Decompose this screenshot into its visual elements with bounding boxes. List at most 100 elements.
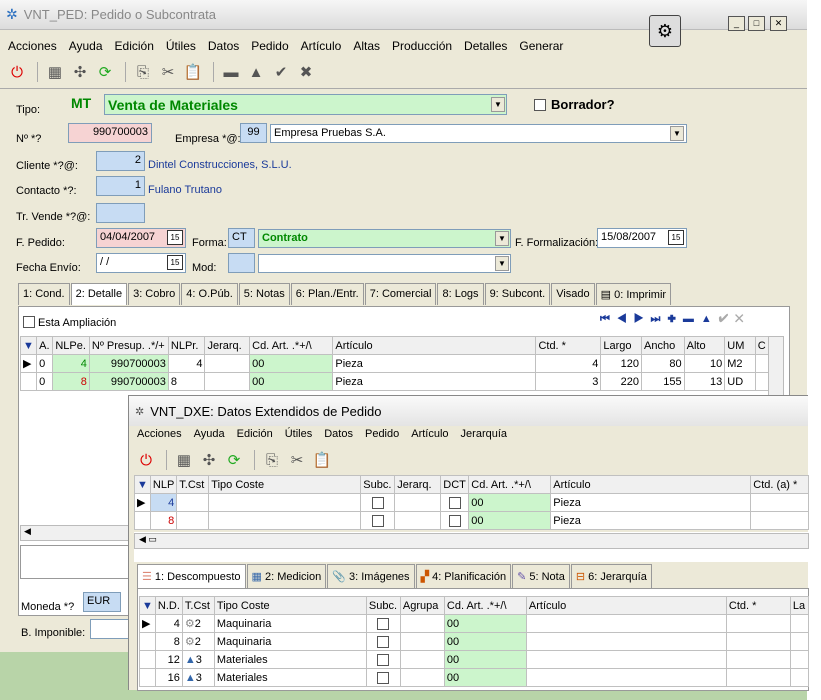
cell-subc[interactable] [360,511,396,530]
tab-jerarquia[interactable]: ⊟ 6: Jerarquía [570,564,652,588]
col-nlpe[interactable]: NLPe. [52,336,90,355]
cell-alto[interactable]: 10 [683,354,726,373]
subc-checkbox[interactable] [377,635,390,648]
tab-cond[interactable]: 1: Cond. [18,283,70,305]
mod-code[interactable] [228,253,255,273]
cell-articulo[interactable] [525,668,727,687]
cell-a[interactable]: 0 [36,372,54,391]
menu-edicion[interactable]: Edición [115,39,154,53]
tab-detalle[interactable]: 2: Detalle [70,283,128,305]
last-icon[interactable]: ⏭ [651,313,668,325]
menu-jerarquia[interactable]: Jerarquía [461,428,507,440]
up-triangle-icon[interactable]: ▲ [245,61,267,83]
mod-dropdown-icon[interactable]: ▼ [495,256,509,271]
col-subc[interactable]: Subc. [365,596,401,615]
row-selector-icon[interactable] [139,650,156,669]
vertical-scrollbar[interactable] [768,336,784,396]
cell-tipocoste[interactable]: Materiales [213,668,367,687]
cell-cdart[interactable]: 00 [468,511,552,530]
col-tcst[interactable]: T.Cst [181,596,215,615]
col-articulo[interactable]: Artículo [332,336,537,355]
col-jerarq[interactable]: Jerarq. [204,336,251,355]
cell-agrupa[interactable] [399,650,445,669]
col-nd[interactable]: N.D. [154,596,183,615]
cell-nd[interactable]: 4 [154,614,183,633]
tipo-dropdown-icon[interactable]: ▼ [491,97,505,112]
table-row[interactable]: 16 ▲3 Materiales 00 [139,668,810,687]
tab-planificacion[interactable]: ▞ 4: Planificación [415,564,512,588]
col-dct[interactable]: DCT [440,475,470,494]
cell-ctd[interactable]: 4 [535,354,602,373]
prev-icon[interactable]: ◀ [617,313,634,325]
menu-pedido[interactable]: Pedido [251,39,288,53]
col-ctd[interactable]: Ctd. * [535,336,602,355]
up-icon[interactable]: ▲ [701,313,719,325]
cell-cdart[interactable]: 00 [443,650,527,669]
cell-articulo[interactable]: Pieza [332,354,537,373]
empresa-select[interactable]: Empresa Pruebas S.A. [270,124,687,143]
tab-imprimir[interactable]: ▤ 0: Imprimir [595,283,672,305]
tab-plan[interactable]: 6: Plan./Entr. [290,283,364,305]
col-cdart[interactable]: Cd. Art. .*+/\ [249,336,334,355]
menu-datos[interactable]: Datos [208,39,239,53]
power-icon[interactable]: ⏻ [135,449,157,471]
cell-nlpe[interactable]: 8 [52,372,90,391]
paste-icon[interactable]: 📋 [311,449,333,471]
notes-box[interactable] [20,545,130,579]
tab-medicion[interactable]: ▦ 2: Medicion [246,564,327,588]
menu-ayuda[interactable]: Ayuda [194,428,225,440]
cancel-icon[interactable]: ✕ [735,313,750,325]
col-ctd[interactable]: Ctd. (a) * [750,475,809,494]
cell-ctd[interactable] [750,493,809,512]
cell-jerarq[interactable] [204,354,251,373]
cell-ancho[interactable]: 80 [641,354,685,373]
cell-tipocoste[interactable]: Maquinaria [213,632,367,651]
cut-icon[interactable]: ✂ [157,61,179,83]
num-field[interactable]: 990700003 [68,123,152,143]
menu-acciones[interactable]: Acciones [137,428,182,440]
col-nlp[interactable]: NLP [149,475,178,494]
tab-visado[interactable]: Visado [551,283,595,305]
minimize-button[interactable]: _ [728,16,745,31]
tab-cobro[interactable]: 3: Cobro [128,283,181,305]
table-row[interactable]: ▶ 4 00 Pieza [134,493,809,512]
col-articulo[interactable]: Artículo [550,475,752,494]
cell-cdart[interactable]: 00 [468,493,552,512]
col-ancho[interactable]: Ancho [641,336,685,355]
cell-tcst[interactable] [176,511,210,530]
subc-checkbox[interactable] [377,617,390,630]
cell-agrupa[interactable] [399,614,445,633]
forma-code[interactable]: CT [228,228,255,248]
cell-presup[interactable]: 990700003 [88,354,169,373]
cell-subc[interactable] [365,614,401,633]
cell-ctd[interactable] [750,511,809,530]
cell-subc[interactable] [365,668,401,687]
cell-cdart[interactable]: 00 [443,614,527,633]
cell-la[interactable] [789,668,810,687]
table-row[interactable]: ▶ 0 4 990700003 4 00 Pieza 4 120 80 10 M… [19,354,771,373]
subc-checkbox[interactable] [377,653,390,666]
check-icon[interactable]: ✔ [719,313,735,325]
cell-tipocoste[interactable] [208,493,362,512]
contacto-code[interactable]: 1 [96,176,145,196]
cell-tipocoste[interactable]: Materiales [213,650,367,669]
cell-nlp[interactable]: 4 [149,493,178,512]
col-a[interactable]: A. [36,336,54,355]
menu-articulo[interactable]: Artículo [301,39,342,53]
sub-horizontal-scrollbar[interactable]: ◀ ▭ [134,533,809,549]
cell-nd[interactable]: 8 [154,632,183,651]
tab-descompuesto[interactable]: ☰ 1: Descompuesto [137,564,246,588]
cell-jerarq[interactable] [394,511,442,530]
copy-icon[interactable]: ⎘ [132,61,154,83]
check-icon[interactable]: ✔ [270,61,292,83]
col-tipocoste[interactable]: Tipo Coste [208,475,362,494]
cell-nlp[interactable]: 8 [149,511,178,530]
cell-tcst[interactable]: ⚙2 [181,632,215,651]
col-tcst[interactable]: T.Cst [176,475,210,494]
row-selector-icon[interactable] [134,511,151,530]
cliente-code[interactable]: 2 [96,151,145,171]
calendar-icon[interactable]: 15 [668,230,684,245]
moneda-field[interactable]: EUR [83,592,121,612]
col-cdart[interactable]: Cd. Art. .*+/\ [468,475,552,494]
table-row[interactable]: 0 8 990700003 8 00 Pieza 3 220 155 13 UD [19,372,771,391]
